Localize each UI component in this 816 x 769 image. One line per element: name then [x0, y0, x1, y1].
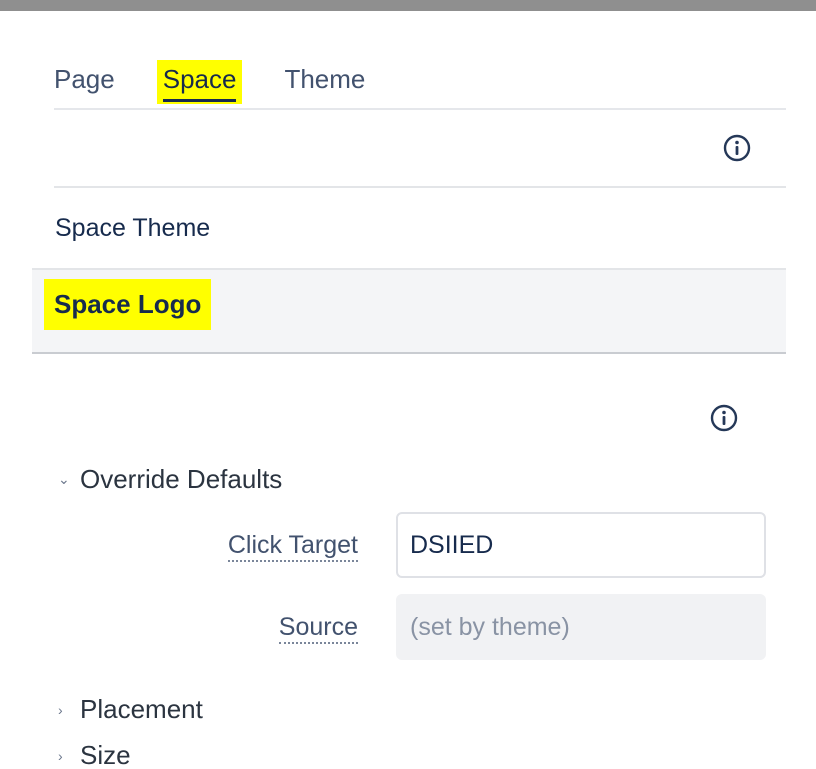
source-placeholder: (set by theme): [410, 612, 570, 641]
chevron-right-icon: ›: [58, 747, 63, 764]
tab-space[interactable]: Space: [156, 60, 243, 110]
section-space-theme[interactable]: Space Theme: [55, 214, 210, 243]
tab-space-label: Space: [156, 60, 243, 104]
tab-theme[interactable]: Theme: [284, 66, 365, 110]
click-target-value: DSIIED: [410, 530, 494, 559]
placement-toggle[interactable]: › Placement: [58, 694, 203, 725]
size-label: Size: [80, 740, 131, 769]
placement-label: Placement: [80, 694, 203, 724]
info-icon: [723, 134, 751, 162]
tab-page-label: Page: [54, 64, 115, 94]
logo-info-icon[interactable]: [709, 403, 739, 433]
divider: [54, 186, 786, 188]
chevron-down-icon: ⌄: [58, 471, 70, 487]
space-info-icon[interactable]: [722, 133, 752, 163]
override-defaults-toggle[interactable]: ⌄ Override Defaults: [58, 464, 282, 495]
click-target-input[interactable]: DSIIED: [396, 512, 766, 578]
override-defaults-label: Override Defaults: [80, 464, 283, 494]
page: Page Space Theme Space Theme Space Logo: [0, 0, 816, 769]
size-toggle[interactable]: › Size: [58, 740, 131, 769]
chevron-right-icon: ›: [58, 701, 63, 718]
active-tab-indicator: [162, 99, 237, 102]
top-bar: [0, 0, 816, 11]
tab-page[interactable]: Page: [54, 66, 115, 110]
tabs-divider: [54, 108, 786, 110]
source-input[interactable]: (set by theme): [396, 594, 766, 660]
tab-bar: Page Space Theme: [54, 58, 365, 110]
click-target-label: Click Target: [227, 530, 358, 562]
source-label: Source: [278, 612, 358, 644]
section-space-logo-label: Space Logo: [44, 279, 212, 330]
info-icon: [710, 404, 738, 432]
tab-theme-label: Theme: [284, 64, 366, 94]
